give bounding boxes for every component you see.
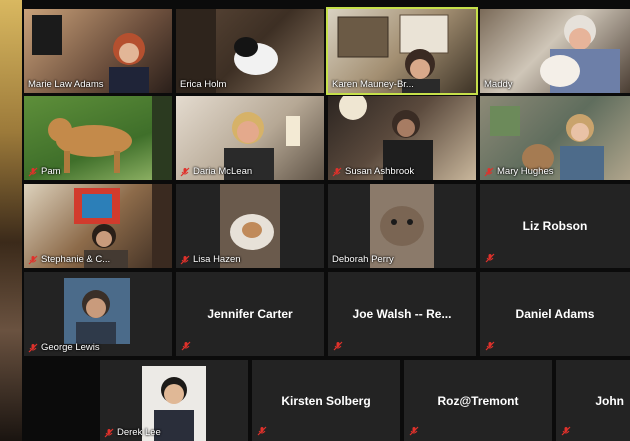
- muted-mic-icon: [28, 167, 38, 176]
- participant-name-center: Roz@Tremont: [437, 393, 519, 408]
- participant-tile-daniel-adams[interactable]: Daniel Adams: [480, 272, 630, 356]
- participant-tile-lisa-hazen[interactable]: Lisa Hazen: [176, 184, 324, 268]
- muted-mic-icon: [485, 341, 495, 351]
- participant-tile-pam[interactable]: Pam: [24, 96, 172, 180]
- participant-name: George Lewis: [28, 342, 100, 353]
- participant-tile-karen-mauney[interactable]: Karen Mauney-Br...: [326, 7, 478, 95]
- participant-name: Derek Lee: [104, 427, 161, 438]
- desktop-background-edge: [0, 0, 22, 441]
- participant-name: Susan Ashbrook: [332, 166, 414, 177]
- participant-name: Lisa Hazen: [180, 254, 241, 265]
- participant-name-center: Liz Robson: [522, 219, 588, 233]
- participant-name: Karen Mauney-Br...: [332, 79, 414, 90]
- participant-tile-derek-lee[interactable]: Derek Lee: [100, 360, 248, 441]
- muted-mic-icon: [561, 426, 571, 436]
- muted-mic-icon: [333, 341, 343, 351]
- participant-tile-jennifer-carter[interactable]: Jennifer Carter: [176, 272, 324, 356]
- muted-mic-icon: [181, 341, 191, 351]
- participant-name: Marie Law Adams: [28, 79, 104, 90]
- participant-name: Stephanie & C...: [28, 254, 110, 265]
- participant-name: Deborah Perry: [332, 254, 394, 265]
- participant-name-center: John: [595, 393, 624, 408]
- participant-tile-susan-ashbrook[interactable]: Susan Ashbrook: [328, 96, 476, 180]
- participant-name: Maddy: [484, 79, 513, 90]
- muted-mic-icon: [484, 167, 494, 176]
- participant-tile-john[interactable]: John: [556, 360, 630, 441]
- participant-tile-marie-law-adams[interactable]: Marie Law Adams: [24, 9, 172, 93]
- participant-name: Pam: [28, 166, 61, 177]
- participant-tile-stephanie[interactable]: Stephanie & C...: [24, 184, 172, 268]
- participant-name-center: Daniel Adams: [515, 307, 595, 321]
- participant-tile-george-lewis[interactable]: George Lewis: [24, 272, 172, 356]
- participant-tile-deborah-perry[interactable]: Deborah Perry: [328, 184, 476, 268]
- participant-name-center: Kirsten Solberg: [281, 393, 371, 408]
- muted-mic-icon: [180, 255, 190, 264]
- muted-mic-icon: [104, 428, 114, 437]
- participant-name: Daria McLean: [180, 166, 252, 177]
- muted-mic-icon: [332, 167, 342, 176]
- muted-mic-icon: [28, 343, 38, 352]
- participant-name: Erica Holm: [180, 79, 227, 90]
- participant-tile-maddy[interactable]: Maddy: [480, 9, 630, 93]
- participant-tile-kirsten-solberg[interactable]: Kirsten Solberg: [252, 360, 400, 441]
- participant-tile-daria-mclean[interactable]: Daria McLean: [176, 96, 324, 180]
- muted-mic-icon: [257, 426, 267, 436]
- participant-name-center: Jennifer Carter: [207, 307, 293, 321]
- muted-mic-icon: [180, 167, 190, 176]
- participant-tile-mary-hughes[interactable]: Mary Hughes: [480, 96, 630, 180]
- muted-mic-icon: [28, 255, 38, 264]
- muted-mic-icon: [485, 253, 495, 263]
- participant-tile-erica-holm[interactable]: Erica Holm: [176, 9, 324, 93]
- muted-mic-icon: [409, 426, 419, 436]
- participant-name-center: Joe Walsh -- Re...: [352, 307, 452, 321]
- participant-name: Mary Hughes: [484, 166, 554, 177]
- participant-tile-roz-tremont[interactable]: Roz@Tremont: [404, 360, 552, 441]
- participant-tile-joe-walsh[interactable]: Joe Walsh -- Re...: [328, 272, 476, 356]
- participant-tile-liz-robson[interactable]: Liz Robson: [480, 184, 630, 268]
